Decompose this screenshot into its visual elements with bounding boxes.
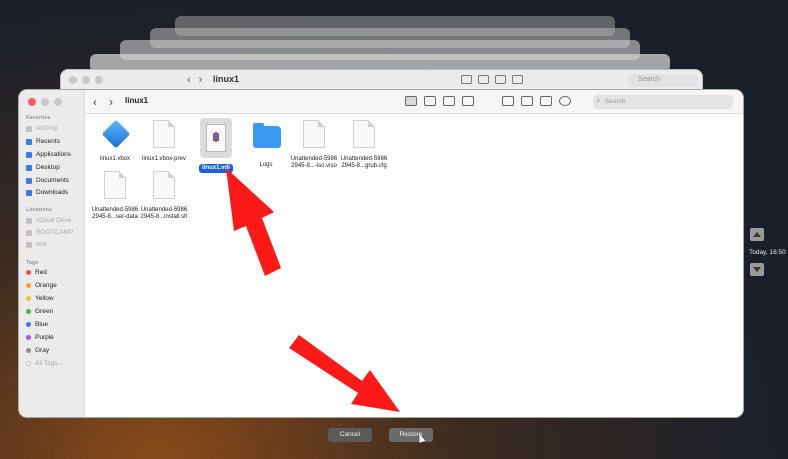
- cancel-button[interactable]: Cancel: [328, 428, 372, 442]
- red-arrow-to-file: [226, 168, 281, 276]
- time-machine-down-button[interactable]: [750, 263, 764, 276]
- restore-button[interactable]: Restore: [389, 428, 433, 442]
- time-machine-timestamp: Today, 16:50: [749, 249, 786, 256]
- annotation-arrows: [226, 168, 400, 412]
- time-machine-up-button[interactable]: [750, 228, 764, 241]
- red-arrow-to-restore: [289, 335, 400, 412]
